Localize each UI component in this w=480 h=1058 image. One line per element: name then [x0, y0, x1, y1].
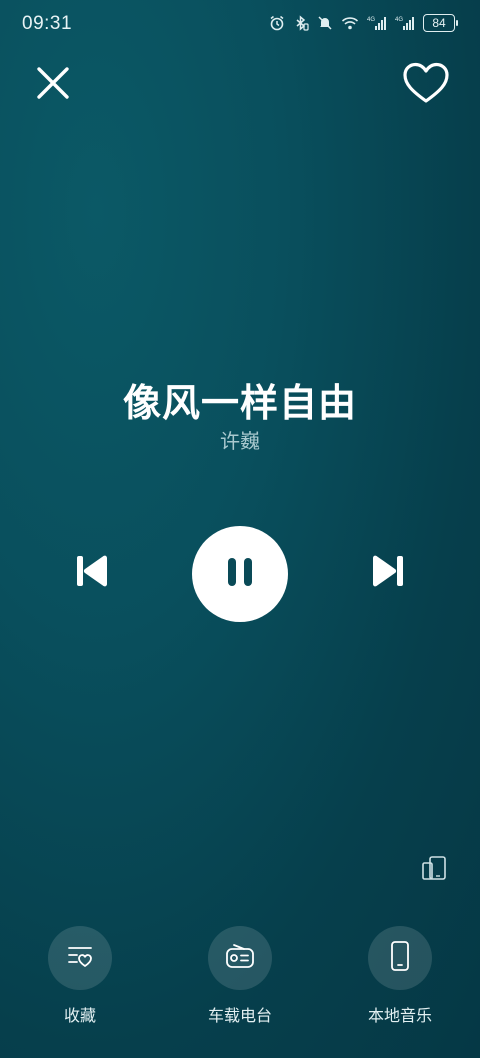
song-title: 像风一样自由: [122, 381, 357, 425]
signal-4g-icon: 4G: [395, 15, 415, 31]
battery-level: 84: [423, 14, 455, 32]
heart-icon: [402, 62, 450, 108]
skip-previous-icon: [74, 553, 110, 593]
svg-text:4G: 4G: [367, 17, 375, 23]
nav-favorites[interactable]: 收藏: [20, 926, 140, 1026]
wifi-icon: [341, 15, 359, 31]
close-button[interactable]: [30, 62, 76, 108]
switch-device-icon: [421, 855, 447, 885]
pause-icon: [223, 555, 257, 593]
nav-car-radio[interactable]: 车载电台: [180, 926, 300, 1026]
next-button[interactable]: [368, 553, 408, 593]
skip-next-icon: [370, 553, 406, 593]
mute-icon: [317, 15, 333, 31]
nav-car-radio-circle: [208, 926, 272, 990]
status-time: 09:31: [22, 13, 73, 34]
battery-indicator: 84: [423, 14, 458, 32]
radio-icon: [224, 941, 256, 975]
switch-device-button[interactable]: [420, 856, 448, 884]
status-icons: 4G 4G 84: [269, 14, 458, 32]
nav-favorites-label: 收藏: [63, 1006, 96, 1025]
player-screen: 09:31 4G 4G 84 像风一样自由 许巍 收藏 车载电台 本地音乐: [0, 0, 480, 1058]
nav-local-music-circle: [368, 926, 432, 990]
nav-local-music-label: 本地音乐: [367, 1006, 432, 1025]
nav-car-radio-label: 车载电台: [207, 1006, 272, 1025]
play-pause-button[interactable]: [192, 526, 288, 622]
phone-icon: [388, 940, 412, 976]
favorites-list-icon: [65, 941, 95, 975]
nav-favorites-circle: [48, 926, 112, 990]
nav-local-music[interactable]: 本地音乐: [340, 926, 460, 1026]
battery-tip: [456, 20, 458, 26]
alarm-icon: [269, 15, 285, 31]
favorite-button[interactable]: [400, 62, 452, 108]
bluetooth-icon: [293, 15, 309, 31]
svg-text:4G: 4G: [395, 17, 403, 23]
previous-button[interactable]: [72, 553, 112, 593]
bottom-nav: 收藏 车载电台 本地音乐: [0, 926, 480, 1036]
status-bar: 09:31 4G 4G 84: [0, 0, 480, 46]
signal-4g-icon: 4G: [367, 15, 387, 31]
song-artist: 许巍: [220, 429, 260, 453]
close-icon: [36, 66, 70, 104]
